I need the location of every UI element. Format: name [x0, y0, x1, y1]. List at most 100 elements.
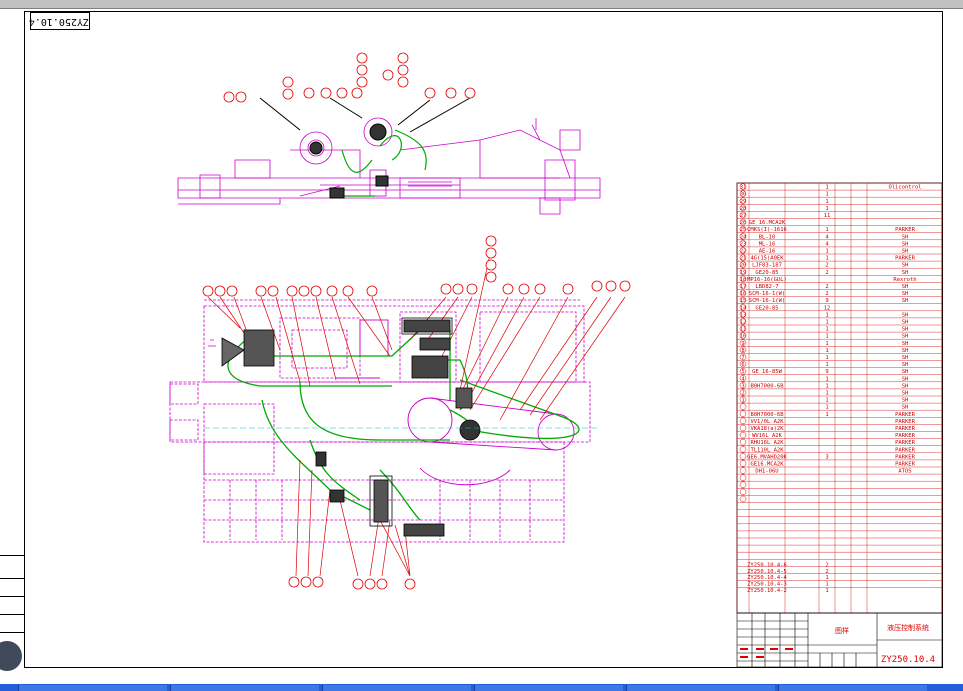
bom-item-number: 23 [740, 241, 747, 247]
bom-item-number: 9 [741, 341, 744, 347]
bom-item-code: AE-16 [759, 249, 776, 255]
plan-view-dark-parts [208, 317, 481, 537]
bom-item-number: 24 [740, 234, 747, 240]
taskbar-item[interactable] [778, 685, 927, 691]
title-block-name: 液压控制系统 [887, 623, 929, 632]
bom-item-code: ML-16 [759, 241, 776, 247]
bom-item-qty: 4 [825, 241, 829, 247]
bom-item-number: 12 [740, 320, 747, 326]
bom-item-maker: SH [902, 263, 909, 269]
bom-item-code: GE16.MCA2K [750, 462, 784, 468]
bom-item-number: 31 [740, 185, 747, 191]
bom-item-number: 4 [741, 376, 745, 382]
bom-item-number: 6 [741, 362, 744, 368]
bom-item-maker: SH [902, 405, 909, 411]
bom-item-code: WV16L A2K [752, 433, 782, 439]
bom-item-maker: SH [902, 284, 909, 290]
bom-item-code: ZY250.10.4-4 [747, 575, 787, 581]
bom-item-number: 26 [740, 220, 747, 226]
bom-item-qty: 1 [825, 348, 828, 354]
bom-item-maker: SH [902, 348, 909, 354]
plan-view-hoses [227, 329, 580, 521]
bom-item-number: 7 [741, 355, 744, 361]
bom-item-maker: SH [902, 241, 909, 247]
bom-item-qty: 2 [825, 569, 828, 575]
side-view-callouts [223, 52, 476, 103]
bom-item-qty: 1 [825, 398, 828, 404]
bom-item-qty: 1 [825, 405, 828, 411]
taskbar-item[interactable] [474, 685, 623, 691]
bom-item-code: CMKS(I)-1616 [747, 227, 787, 233]
taskbar-item[interactable] [18, 685, 167, 691]
bom-item-maker: PARKER [895, 426, 916, 432]
bom-item-number: 18 [740, 277, 747, 283]
bom-item-qty: 11 [824, 213, 831, 219]
bom-item-code: ZY250.10.4-6 [747, 562, 787, 568]
bom-item-maker: SH [902, 341, 909, 347]
bom-item-qty: 1 [825, 341, 828, 347]
bom-item-number: 2 [741, 391, 744, 397]
bom-item-maker: SH [902, 334, 909, 340]
bom-item-number: 22 [740, 249, 747, 255]
bom-item-code: RHU16L A2K [750, 440, 784, 446]
bom-item-qty: 1 [825, 588, 828, 594]
bom-item-maker: SH [902, 234, 909, 240]
bom-item-maker: SH [902, 355, 909, 361]
bom-item-maker: SH [902, 312, 909, 318]
bom-item-code: LBD82-7 [755, 284, 778, 290]
bom-item-qty: 2 [825, 291, 828, 297]
bom-item-maker: Olicontrol [888, 185, 921, 191]
bom-item-code: SCM-16-1(W) [749, 298, 785, 304]
bom-callout-circle [739, 438, 747, 446]
bom-item-qty: 1 [825, 256, 828, 262]
bom-item-qty: 1 [825, 355, 828, 361]
bom-item-number: 14 [740, 305, 747, 311]
bom-item-number: 13 [740, 312, 747, 318]
taskbar-item[interactable] [322, 685, 471, 691]
bom-item-qty: 1 [825, 249, 828, 255]
bom-item-qty: 1 [825, 185, 828, 191]
bom-item-maker: SH [902, 362, 909, 368]
bom-callout-circle [739, 460, 747, 467]
bom-callout-circle [739, 410, 747, 417]
bom-item-maker: SH [902, 398, 909, 404]
bom-item-maker: SH [902, 369, 909, 375]
bom-item-maker: SH [902, 249, 909, 255]
bom-item-number: 30 [740, 192, 747, 198]
bom-item-number: 27 [740, 213, 747, 219]
bom-item-maker: PARKER [895, 227, 916, 233]
title-block-label: 图样 [835, 626, 849, 635]
bom-item-qty: 2 [825, 284, 828, 290]
taskbar-item[interactable] [170, 685, 319, 691]
bom-item-qty: 2 [825, 263, 828, 269]
bom-item-number: 28 [740, 206, 747, 212]
bom-item-number: 16 [740, 291, 747, 297]
bom-item-code: LJF83-187 [752, 263, 782, 269]
bom-item-number: 20 [740, 263, 747, 269]
bom-item-code: GE20-85 [755, 270, 778, 276]
bom-item-qty: 1 [825, 192, 828, 198]
bom-item-maker: Rexroth [893, 277, 916, 283]
cad-drawing-canvas[interactable]: 31 1 Olicontrol30 129 128 127 1126 GE 16.MCA2K2… [0, 0, 963, 691]
bom-item-code: VKA18(a)2K [750, 426, 784, 432]
bom-item-qty: 1 [825, 362, 828, 368]
title-block-drawing-number: ZY250.10.4 [881, 655, 935, 665]
bom-item-maker: SH [902, 298, 909, 304]
bom-item-qty: 1 [825, 391, 828, 397]
bom-item-maker: SH [902, 327, 909, 333]
bom-item-code: DH1-06U [755, 469, 778, 475]
taskbar-item[interactable] [626, 685, 775, 691]
bom-item-code: VV1/0L A2K [750, 419, 784, 425]
bom-item-qty: 1 [825, 312, 828, 318]
bom-item-code: GE20-85 [755, 305, 778, 311]
side-view-machine [177, 117, 601, 215]
bom-item-number: 17 [740, 284, 747, 290]
bom-item-maker: SH [902, 320, 909, 326]
bom-item-maker: ATOS [898, 469, 911, 475]
bom-item-maker: SH [902, 383, 909, 389]
bom-table: 31 1 Olicontrol30 129 128 127 1126 GE 16.MCA2K2… [736, 182, 943, 614]
bom-callout-circle [739, 431, 747, 439]
bom-item-number: 15 [740, 298, 747, 304]
bom-item-qty: 1 [825, 383, 828, 389]
bom-item-qty: 2 [825, 270, 828, 276]
